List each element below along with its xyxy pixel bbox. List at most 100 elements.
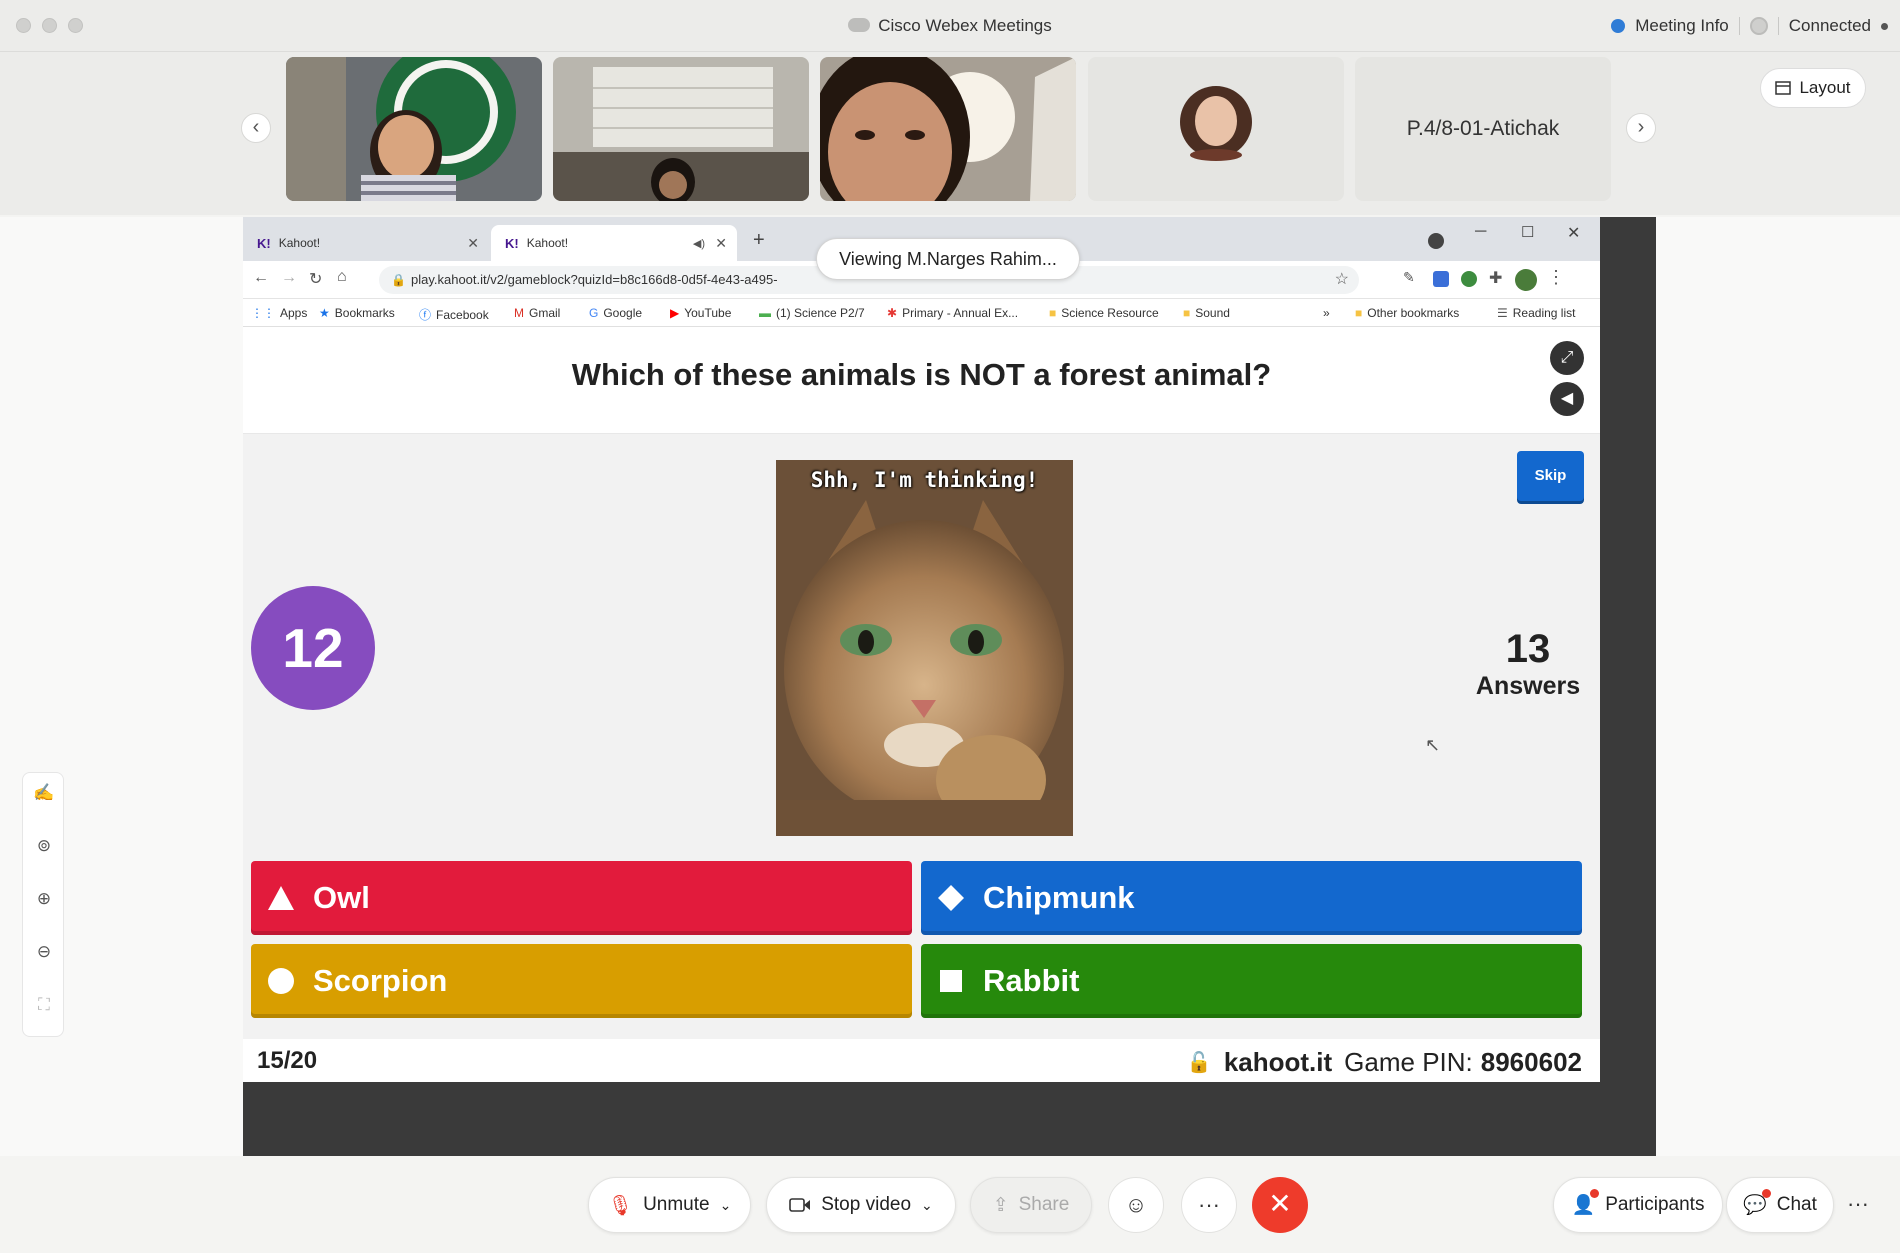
- video-tile-3[interactable]: [820, 57, 1076, 201]
- speaker-icon[interactable]: ◀): [693, 237, 705, 250]
- url-text: play.kahoot.it/v2/gameblock?quizId=b8c16…: [411, 272, 778, 287]
- classroom-icon: ▬: [759, 306, 771, 320]
- participants-label: Participants: [1605, 1194, 1705, 1215]
- speaker-icon[interactable]: ◀: [1550, 382, 1584, 416]
- tab-search-icon[interactable]: [1428, 233, 1444, 249]
- star-icon[interactable]: ☆: [1335, 266, 1349, 294]
- skip-button[interactable]: Skip: [1517, 451, 1584, 501]
- bookmark-bookmarks[interactable]: ★ Bookmarks: [319, 306, 395, 320]
- chat-button[interactable]: 💬 Chat: [1726, 1177, 1834, 1233]
- bookmark-science[interactable]: ▬ (1) Science P2/7: [759, 306, 865, 320]
- close-icon: ✕: [1268, 1188, 1292, 1219]
- kebab-menu-icon[interactable]: ⋮: [1547, 267, 1565, 288]
- folder-icon: ■: [1049, 306, 1057, 320]
- browser-tab-2[interactable]: K! Kahoot! ◀) ✕: [491, 225, 737, 261]
- tab-title: Kahoot!: [278, 236, 321, 250]
- game-pin: 🔓 kahoot.it Game PIN: 8960602: [1187, 1047, 1582, 1078]
- more-bookmarks-button[interactable]: »: [1323, 306, 1330, 320]
- answer-option-owl[interactable]: Owl: [251, 861, 912, 935]
- video-tile-5[interactable]: P.4/8-01-Atichak: [1355, 57, 1611, 201]
- extension-icon[interactable]: [1433, 271, 1449, 287]
- fullscreen-icon[interactable]: ⤢: [1550, 341, 1584, 375]
- video-filmstrip: ‹ P.4/8-01-Atichak › Layout: [0, 52, 1900, 263]
- bookmark-facebook[interactable]: ⓕ Facebook: [419, 306, 489, 323]
- globe-icon[interactable]: [1461, 271, 1477, 287]
- zoom-in-icon[interactable]: ⊕: [23, 889, 65, 909]
- more-panels-button[interactable]: ···: [1830, 1177, 1886, 1233]
- muted-mic-icon: 🎙: [607, 1194, 634, 1217]
- stop-video-label: Stop video: [821, 1194, 912, 1215]
- reactions-button[interactable]: ☺: [1108, 1177, 1164, 1233]
- chevron-down-icon[interactable]: ⌄: [720, 1197, 732, 1214]
- chevron-right-icon[interactable]: ›: [1626, 113, 1656, 143]
- record-icon[interactable]: [1749, 17, 1768, 35]
- chat-icon: 💬: [1743, 1189, 1771, 1217]
- maximize-icon[interactable]: ☐: [1521, 223, 1534, 241]
- more-options-button[interactable]: ···: [1181, 1177, 1237, 1233]
- new-tab-icon[interactable]: +: [753, 229, 765, 252]
- participants-button[interactable]: 👤 Participants: [1553, 1177, 1723, 1233]
- cat-image: [776, 460, 1073, 836]
- bookmark-label: Science Resource: [1061, 306, 1159, 320]
- chevron-down-icon[interactable]: ⌄: [921, 1197, 933, 1214]
- answer-option-chipmunk[interactable]: Chipmunk: [921, 861, 1582, 935]
- bookmark-label: Facebook: [436, 308, 489, 322]
- fit-screen-icon[interactable]: ⛶: [23, 995, 65, 1015]
- bookmark-label: Apps: [280, 306, 308, 320]
- profile-avatar-icon[interactable]: [1515, 269, 1537, 291]
- answers-counter: 13 Answers: [1458, 627, 1598, 701]
- browser-tab-1[interactable]: K! Kahoot! ✕: [243, 225, 489, 261]
- reload-icon[interactable]: ↻: [309, 269, 322, 289]
- avatar: [1180, 86, 1252, 161]
- bookmark-youtube[interactable]: ▶ YouTube: [670, 306, 731, 320]
- bookmark-google[interactable]: G Google: [589, 306, 642, 320]
- bookmark-label: Reading list: [1512, 306, 1576, 320]
- answer-option-rabbit[interactable]: Rabbit: [921, 944, 1582, 1018]
- bookmark-apps[interactable]: ⋮⋮ Apps: [251, 306, 307, 320]
- bookmark-sound[interactable]: ■ Sound: [1183, 306, 1230, 320]
- video-tile-1[interactable]: [286, 57, 542, 201]
- lock-icon: 🔓: [1186, 1052, 1212, 1074]
- bookmark-gmail[interactable]: M Gmail: [514, 306, 560, 320]
- layout-icon: [1775, 81, 1792, 95]
- answers-count: 13: [1505, 627, 1551, 671]
- video-tile-2[interactable]: [553, 57, 809, 201]
- bookmark-primary[interactable]: ✱ Primary - Annual Ex...: [887, 306, 1018, 320]
- stop-video-button[interactable]: Stop video ⌄: [766, 1177, 956, 1233]
- annotate-icon[interactable]: ✍: [23, 783, 65, 803]
- back-icon[interactable]: ←: [253, 269, 269, 287]
- shield-icon: [1611, 19, 1626, 33]
- close-tab-icon[interactable]: ✕: [467, 235, 479, 252]
- video-tile-4[interactable]: [1088, 57, 1344, 201]
- unmute-label: Unmute: [643, 1194, 710, 1215]
- puzzle-icon[interactable]: ✚: [1489, 268, 1502, 288]
- bookmark-label: Sound: [1195, 306, 1230, 320]
- gmail-icon: M: [514, 306, 524, 320]
- unmute-button[interactable]: 🎙 Unmute ⌄: [588, 1177, 751, 1233]
- close-icon[interactable]: ✕: [1567, 223, 1580, 243]
- bookmark-label: YouTube: [684, 306, 732, 320]
- meeting-info-button[interactable]: Meeting Info: [1635, 16, 1729, 36]
- forward-icon[interactable]: →: [281, 269, 297, 287]
- layout-button[interactable]: Layout: [1760, 68, 1866, 108]
- share-button[interactable]: ⇪ Share: [970, 1177, 1092, 1233]
- remote-control-icon[interactable]: ⊚: [23, 836, 65, 856]
- bookmark-other[interactable]: ■ Other bookmarks: [1355, 306, 1459, 320]
- home-icon[interactable]: ⌂: [337, 268, 347, 286]
- bookmark-reading-list[interactable]: ☰ Reading list: [1497, 306, 1575, 320]
- pen-icon[interactable]: ✎: [1403, 269, 1415, 286]
- answer-option-scorpion[interactable]: Scorpion: [251, 944, 912, 1018]
- question-bar: Which of these animals is NOT a forest a…: [243, 327, 1600, 434]
- viewing-label: Viewing M.Narges Rahim...: [816, 238, 1080, 280]
- shared-screen: K! Kahoot! ✕ K! Kahoot! ◀) ✕ + ─ ☐ ✕ ← →…: [243, 217, 1656, 1156]
- chevron-left-icon[interactable]: ‹: [241, 113, 271, 143]
- layout-label: Layout: [1799, 78, 1851, 97]
- minimize-icon[interactable]: ─: [1475, 223, 1486, 241]
- more-icon: ···: [1198, 1192, 1220, 1217]
- meeting-controls: 🎙 Unmute ⌄ Stop video ⌄ ⇪ Share ☺ ··· ✕ …: [0, 1156, 1900, 1253]
- facebook-icon: ⓕ: [419, 308, 432, 322]
- bookmark-science-resource[interactable]: ■ Science Resource: [1049, 306, 1159, 320]
- close-tab-icon[interactable]: ✕: [715, 235, 727, 252]
- end-meeting-button[interactable]: ✕: [1252, 1177, 1308, 1233]
- zoom-out-icon[interactable]: ⊖: [23, 942, 65, 962]
